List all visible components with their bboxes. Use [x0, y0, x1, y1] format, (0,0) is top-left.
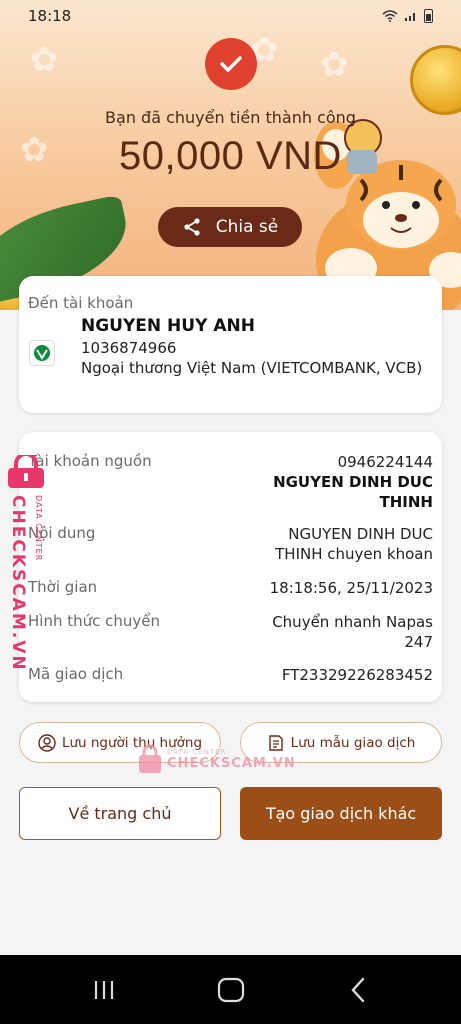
source-account-row: Tài khoản nguồn 0946224144 NGUYEN DINH D…	[28, 452, 433, 512]
lock-icon	[139, 744, 161, 773]
wifi-icon	[382, 10, 398, 22]
watermark-sub: DATA CENTER	[34, 495, 43, 562]
recipient-section-label: Đến tài khoản	[28, 294, 134, 312]
time-value: 18:18:56, 25/11/2023	[269, 579, 433, 597]
success-check-icon	[205, 38, 257, 90]
flower-decoration: ✿	[30, 40, 59, 80]
recipient-account-number: 1036874966	[81, 339, 177, 357]
source-account-name: NGUYEN DINH DUC THINH	[273, 473, 433, 511]
recent-apps-icon[interactable]	[84, 970, 124, 1010]
battery-icon	[424, 9, 433, 23]
home-button[interactable]: Về trang chủ	[19, 787, 221, 840]
transaction-details-card: Tài khoản nguồn 0946224144 NGUYEN DINH D…	[19, 432, 442, 702]
content-row: Nội dung NGUYEN DINH DUC THINH chuyen kh…	[28, 524, 433, 564]
transaction-id-row: Mã giao dịch FT23329226283452	[28, 665, 433, 685]
method-value: Chuyển nhanh Napas 247	[272, 613, 433, 651]
success-message: Bạn đã chuyển tiền thành công	[105, 108, 356, 127]
watermark-brand: CHECKSCAM.VN	[8, 495, 28, 672]
user-icon	[38, 733, 56, 752]
back-icon[interactable]	[338, 970, 378, 1010]
watermark-sub: DATA CENTER	[167, 747, 227, 756]
share-button[interactable]: Chia sẻ	[158, 207, 302, 247]
status-icons	[382, 9, 433, 23]
checkscam-watermark: CHECKSCAM.VN DATA CENTER	[6, 455, 50, 672]
transfer-amount: 50,000 VND	[119, 134, 342, 178]
recipient-bank-name: Ngoại thương Việt Nam (VIETCOMBANK, VCB)	[81, 359, 423, 377]
lock-icon	[8, 455, 44, 488]
vietcombank-logo-icon	[29, 340, 55, 366]
watermark-brand: CHECKSCAM.VN	[167, 755, 296, 771]
save-template-label: Lưu mẫu giao dịch	[290, 734, 416, 751]
recipient-name: NGUYEN HUY ANH	[81, 316, 255, 336]
transaction-id-label: Mã giao dịch	[28, 665, 124, 683]
content-value: NGUYEN DINH DUC THINH chuyen khoan	[275, 525, 433, 563]
checkscam-watermark-center: DATA CENTER CHECKSCAM.VN	[137, 744, 296, 774]
time-row: Thời gian 18:18:56, 25/11/2023	[28, 578, 433, 598]
transaction-id-value: FT23329226283452	[281, 666, 433, 684]
status-bar: 18:18	[0, 0, 461, 32]
system-navigation-bar	[0, 955, 461, 1024]
status-time: 18:18	[28, 7, 72, 25]
recipient-card: Đến tài khoản NGUYEN HUY ANH 1036874966 …	[19, 276, 442, 413]
share-label: Chia sẻ	[215, 217, 279, 237]
gold-coin-decoration	[410, 45, 461, 115]
share-icon	[184, 218, 200, 236]
signal-icon	[405, 13, 415, 21]
method-row: Hình thức chuyển Chuyển nhanh Napas 247	[28, 612, 433, 652]
source-account-number: 0946224144	[337, 453, 433, 471]
success-banner: ✿ ✿ ✿ ✿ Bạn đã chuyển tiền thành công 50…	[0, 0, 461, 310]
flower-decoration: ✿	[320, 45, 349, 85]
home-nav-icon[interactable]	[211, 970, 251, 1010]
new-transaction-button[interactable]: Tạo giao dịch khác	[240, 787, 442, 840]
